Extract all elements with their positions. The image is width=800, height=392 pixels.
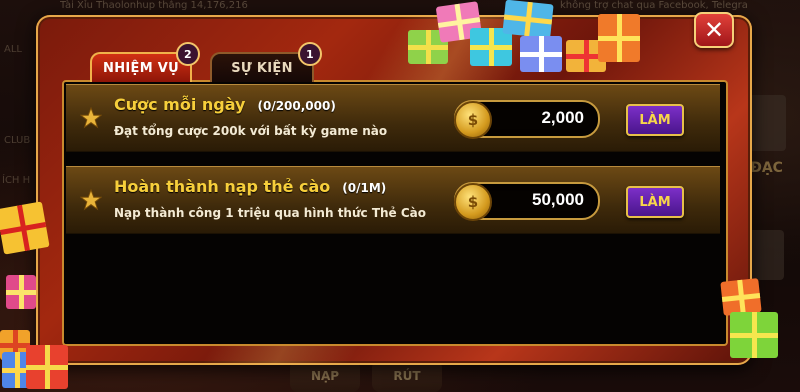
quest-title: Cược mỗi ngày (0/200,000) xyxy=(114,95,336,114)
gift-box-icon xyxy=(26,345,68,389)
news-ticker: Tài Xỉu Thaolonhup thắng 14,176,216 xyxy=(60,0,248,11)
quest-progress: (0/200,000) xyxy=(257,99,336,113)
tab-missions-label: NHIỆM VỤ xyxy=(103,60,179,76)
gift-box-icon xyxy=(6,275,36,309)
do-quest-button[interactable]: LÀM xyxy=(626,104,684,136)
gift-box-icon xyxy=(730,312,778,358)
tab-missions[interactable]: NHIỆM VỤ 2 xyxy=(90,42,200,82)
reward-value: 50,000 xyxy=(532,190,584,209)
coin-icon xyxy=(454,183,492,221)
star-icon xyxy=(80,189,102,211)
gift-box-icon xyxy=(520,36,562,72)
close-icon: ✕ xyxy=(703,16,725,44)
side-label-ich: ÍCH H xyxy=(2,175,31,186)
quest-row: Cược mỗi ngày (0/200,000) Đạt tổng cược 2… xyxy=(66,84,720,152)
quest-title-text: Cược mỗi ngày xyxy=(114,95,246,114)
support-ticker: không trợ chat qua Facebook, Telegra xyxy=(560,0,748,11)
gift-box-icon xyxy=(598,14,640,62)
tab-events-badge: 1 xyxy=(298,42,322,66)
coin-icon xyxy=(454,101,492,139)
star-icon xyxy=(80,107,102,129)
reward-value: 2,000 xyxy=(541,108,584,127)
quest-title: Hoàn thành nạp thẻ cào (0/1M) xyxy=(114,177,386,196)
close-button[interactable]: ✕ xyxy=(694,12,734,48)
quest-description: Nạp thành công 1 triệu qua hình thức Thẻ… xyxy=(114,206,427,220)
reward-box: 2,000 xyxy=(454,100,600,139)
reward-box: 50,000 xyxy=(454,182,600,221)
quest-progress: (0/1M) xyxy=(342,181,387,195)
tab-events-label: SỰ KIỆN xyxy=(231,60,293,76)
tab-events[interactable]: SỰ KIỆN 1 xyxy=(210,42,322,82)
gift-box-icon xyxy=(0,201,50,255)
side-label-all: ALL xyxy=(4,44,22,55)
do-quest-button[interactable]: LÀM xyxy=(626,186,684,218)
gift-box-icon xyxy=(502,0,554,39)
gift-box-icon xyxy=(720,278,762,316)
side-label-club: CLUB xyxy=(4,135,31,146)
quest-row: Hoàn thành nạp thẻ cào (0/1M) Nạp thành c… xyxy=(66,166,720,234)
tab-missions-badge: 2 xyxy=(176,42,200,66)
quest-description: Đạt tổng cược 200k với bất kỳ game nào xyxy=(114,124,388,138)
quest-title-text: Hoàn thành nạp thẻ cào xyxy=(114,177,331,196)
